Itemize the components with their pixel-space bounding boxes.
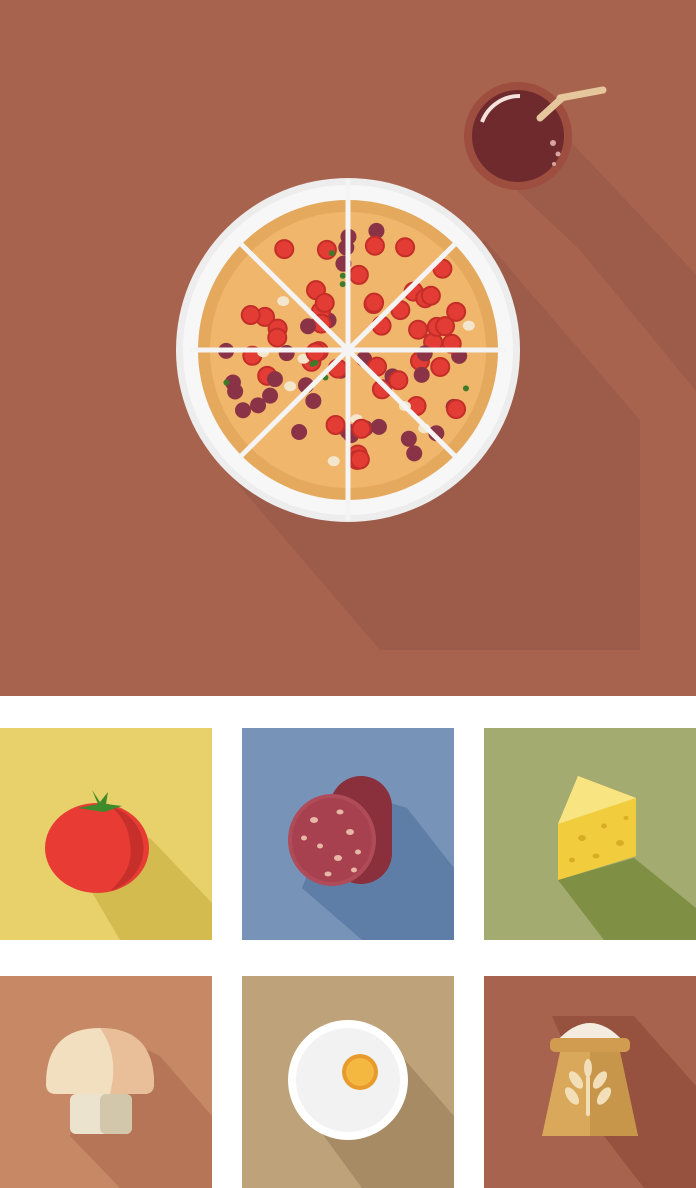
salami-topping bbox=[400, 430, 417, 447]
tomato-tile bbox=[0, 728, 212, 940]
flour-tile bbox=[484, 976, 696, 1188]
tomato-topping bbox=[314, 292, 335, 313]
tomato-topping bbox=[435, 316, 456, 337]
tomato-topping bbox=[420, 285, 441, 306]
egg-icon bbox=[288, 1020, 408, 1140]
salami-topping bbox=[406, 445, 423, 462]
salami-topping bbox=[370, 418, 387, 435]
tomato-topping bbox=[348, 264, 369, 285]
tomato-topping bbox=[240, 305, 261, 326]
tomato-topping bbox=[408, 319, 429, 340]
tomato-topping bbox=[388, 370, 409, 391]
herb-topping bbox=[339, 281, 346, 288]
flour-sack-icon bbox=[542, 1023, 638, 1136]
tomato-topping bbox=[316, 239, 337, 260]
mushroom-topping bbox=[284, 381, 297, 392]
tomato-topping bbox=[267, 327, 288, 348]
tomato-topping bbox=[351, 418, 372, 439]
tomato-topping bbox=[364, 292, 385, 313]
mushroom-tile bbox=[0, 976, 212, 1188]
salami-topping bbox=[262, 387, 279, 404]
tomato-topping bbox=[325, 414, 346, 435]
salami-topping bbox=[278, 345, 295, 362]
salami-topping bbox=[300, 318, 317, 335]
herb-topping bbox=[339, 272, 346, 279]
tomato-topping bbox=[446, 399, 467, 420]
pizza-icon bbox=[176, 178, 520, 522]
salami-topping bbox=[413, 366, 430, 383]
tomato-topping bbox=[395, 237, 416, 258]
mushroom-topping bbox=[277, 296, 290, 307]
tomato-topping bbox=[364, 235, 385, 256]
mushroom-topping bbox=[327, 456, 340, 467]
salami-topping bbox=[235, 402, 252, 419]
egg-tile bbox=[242, 976, 454, 1188]
tomato-topping bbox=[274, 239, 295, 260]
salami-topping bbox=[227, 383, 244, 400]
herb-topping bbox=[328, 250, 335, 257]
tomato-topping bbox=[430, 356, 451, 377]
salami-topping bbox=[291, 424, 308, 441]
salami-tile bbox=[242, 728, 454, 940]
tomato-topping bbox=[349, 449, 370, 470]
salami-topping bbox=[266, 371, 283, 388]
herb-topping bbox=[223, 379, 230, 386]
cheese-tile bbox=[484, 728, 696, 940]
herb-topping bbox=[462, 385, 469, 392]
herb-topping bbox=[312, 359, 319, 366]
pizza-hero-panel bbox=[0, 0, 696, 696]
mushroom-topping bbox=[462, 320, 475, 331]
salami-topping bbox=[305, 392, 322, 409]
